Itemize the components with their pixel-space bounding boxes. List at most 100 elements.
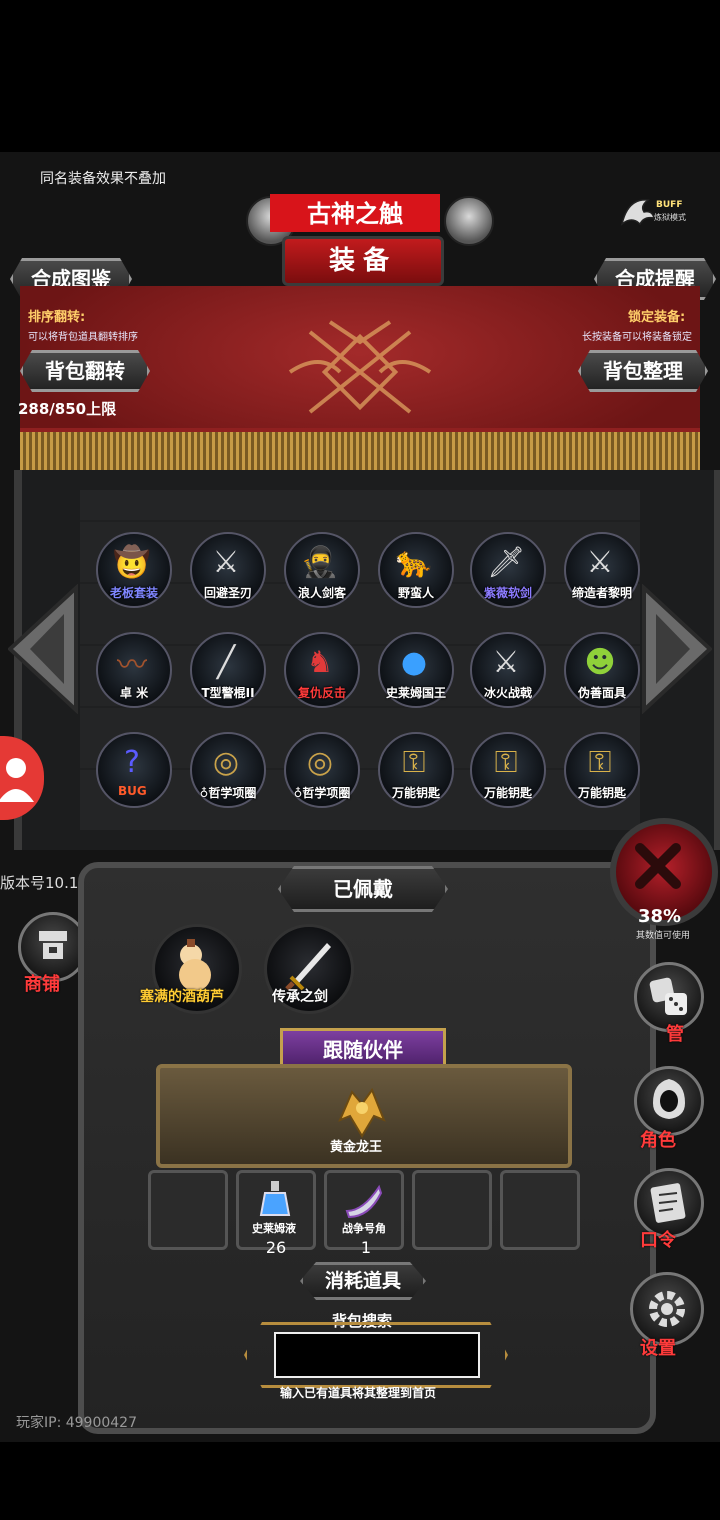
crossed-swords-emblem-icon — [288, 320, 432, 414]
inventory-item[interactable]: ⚿ 万能钥匙 — [378, 732, 454, 808]
key-icon: ⚿ — [402, 744, 426, 780]
horn-icon — [345, 1184, 383, 1219]
inventory-item[interactable]: 🥷 浪人剑客 — [284, 532, 360, 608]
collar-icon: ◎ — [212, 744, 240, 780]
bag-flip-button[interactable]: 背包翻转 — [20, 350, 150, 392]
companion-name: 黄金龙王 — [330, 1140, 383, 1155]
inventory-item-label: 紫薇软剑 — [483, 586, 532, 600]
inventory-item-label: 老板套装 — [109, 586, 158, 600]
buff-label: BUFF — [656, 200, 683, 210]
inventory-item-label: ♁哲学项圈 — [199, 786, 257, 800]
shop-icon — [39, 931, 67, 959]
hooded-figure-icon — [653, 1079, 685, 1119]
key-icon: ⚿ — [494, 744, 518, 780]
inventory-item[interactable]: ╱ T型警棍II — [190, 632, 266, 708]
inventory-item[interactable]: ? BUG — [96, 732, 172, 808]
book-icon — [650, 1183, 686, 1223]
inventory-item-label: 伪善面具 — [577, 686, 626, 700]
next-page-arrow-icon[interactable] — [642, 584, 712, 714]
inventory-item[interactable]: 🐆 野蛮人 — [378, 532, 454, 608]
whip-sword-icon: 🗡 — [486, 544, 526, 580]
cowboy-icon: 🤠 — [113, 544, 151, 580]
curved-blade-icon: ⚔ — [212, 544, 240, 580]
title-subtitle: 古神之触 — [270, 194, 440, 232]
consumable-3-label: 战争号角 — [342, 1222, 386, 1235]
consumable-3-count: 1 — [360, 1238, 372, 1257]
shop-label: 商铺 — [24, 974, 60, 995]
inventory-item[interactable]: 🗡 紫薇软剑 — [470, 532, 546, 608]
inventory-item-label: 卓 米 — [119, 686, 149, 700]
equipped-item-1-label: 塞满的酒葫芦 — [140, 989, 224, 1005]
equipped-item-2-label: 传承之剑 — [272, 989, 328, 1005]
golden-dragon-icon[interactable] — [330, 1080, 394, 1144]
consumable-slot-1[interactable] — [148, 1170, 228, 1250]
inventory-item-label: T型警棍II — [201, 686, 255, 700]
user-icon — [0, 758, 34, 802]
right-skull-ornament — [444, 196, 494, 246]
equipped-title: 已佩戴 — [278, 866, 448, 912]
crossed-axes-icon: ⚔ — [492, 644, 520, 680]
dragon-emblem-icon — [620, 199, 656, 226]
inventory-item[interactable]: ⚿ 万能钥匙 — [564, 732, 640, 808]
inventory-item-label: 万能钥匙 — [483, 786, 532, 800]
inventory-item[interactable]: ◎ ♁哲学项圈 — [190, 732, 266, 808]
consumable-2-label: 史莱姆液 — [252, 1222, 296, 1235]
consumable-slot-5[interactable] — [500, 1170, 580, 1250]
inventory-item-label: 复仇反击 — [297, 686, 346, 700]
version-number: 版本号10.15 — [0, 874, 88, 892]
close-icon — [635, 843, 681, 889]
green-mask-icon: ☻ — [584, 644, 616, 680]
collar-icon: ◎ — [306, 744, 334, 780]
code-label: 口令 — [640, 1230, 676, 1251]
potion-icon — [259, 1181, 291, 1216]
bag-capacity: 288/850上限 — [18, 400, 117, 418]
bug-question-icon: ? — [124, 744, 140, 780]
inventory-item-label: 万能钥匙 — [391, 786, 440, 800]
gear-icon — [649, 1291, 685, 1327]
inventory-item-label: 回避圣刃 — [203, 586, 252, 600]
duplicate-effect-note: 同名装备效果不叠加 — [40, 171, 166, 187]
ornate-sword-icon: ⚔ — [586, 544, 614, 580]
dice-icon — [649, 977, 687, 1015]
inventory-item[interactable]: ☻ 伪善面具 — [564, 632, 640, 708]
key-icon: ⚿ — [588, 744, 612, 780]
bag-sort-button[interactable]: 背包整理 — [578, 350, 708, 392]
consumable-2-count: 26 — [265, 1238, 287, 1257]
inventory-item[interactable]: 〰卓 米 — [96, 632, 172, 708]
inventory-item-label: 野蛮人 — [397, 586, 434, 600]
inventory-item-label: 缔造者黎明 — [571, 586, 632, 600]
whip-icon: 〰 — [117, 648, 147, 683]
inventory-item-label: 冰火战戟 — [483, 686, 532, 700]
consumables-title: 消耗道具 — [300, 1262, 426, 1300]
ronin-icon: 🥷 — [301, 544, 339, 580]
blue-slime-icon: ● — [400, 644, 428, 680]
buff-mode-badge[interactable]: BUFF 炼狱模式 — [618, 194, 690, 234]
sort-flip-title: 排序翻转: — [28, 310, 86, 325]
inventory-item[interactable]: 🤠 老板套装 — [96, 532, 172, 608]
red-knight-icon: ♞ — [306, 644, 334, 680]
inventory-item-label: 浪人剑客 — [297, 586, 346, 600]
bag-search-hint: 输入已有道具将其整理到首页 — [280, 1386, 437, 1400]
inventory-item[interactable]: ⚔ 回避圣刃 — [190, 532, 266, 608]
baton-icon: ╱ — [216, 644, 236, 680]
bag-search-input[interactable] — [274, 1332, 480, 1378]
inventory-item[interactable]: ◎ ♁哲学项圈 — [284, 732, 360, 808]
manage-label: 管 — [666, 1024, 684, 1045]
inventory-item-label: ♁哲学项圈 — [293, 786, 351, 800]
consumable-slot-4[interactable] — [412, 1170, 492, 1250]
inventory-item[interactable]: ⚿ 万能钥匙 — [470, 732, 546, 808]
settings-label: 设置 — [640, 1338, 676, 1359]
inventory-item[interactable]: ⚔ 冰火战戟 — [470, 632, 546, 708]
lock-equip-title: 锁定装备: — [628, 310, 686, 325]
role-label: 角色 — [640, 1130, 676, 1151]
bug-text: BUG — [118, 784, 147, 798]
inventory-item[interactable]: ⚔ 缔造者黎明 — [564, 532, 640, 608]
percent-note: 其数值可使用 — [636, 931, 691, 941]
inventory-item-label: 史莱姆国王 — [385, 686, 446, 700]
buff-mode-label: 炼狱模式 — [654, 213, 686, 222]
percent-value: 38% — [638, 906, 682, 927]
lock-equip-note: 长按装备可以将装备锁定 — [582, 332, 692, 343]
inventory-item[interactable]: ● 史莱姆国王 — [378, 632, 454, 708]
previous-page-arrow-icon[interactable] — [8, 584, 78, 714]
inventory-item[interactable]: ♞ 复仇反击 — [284, 632, 360, 708]
